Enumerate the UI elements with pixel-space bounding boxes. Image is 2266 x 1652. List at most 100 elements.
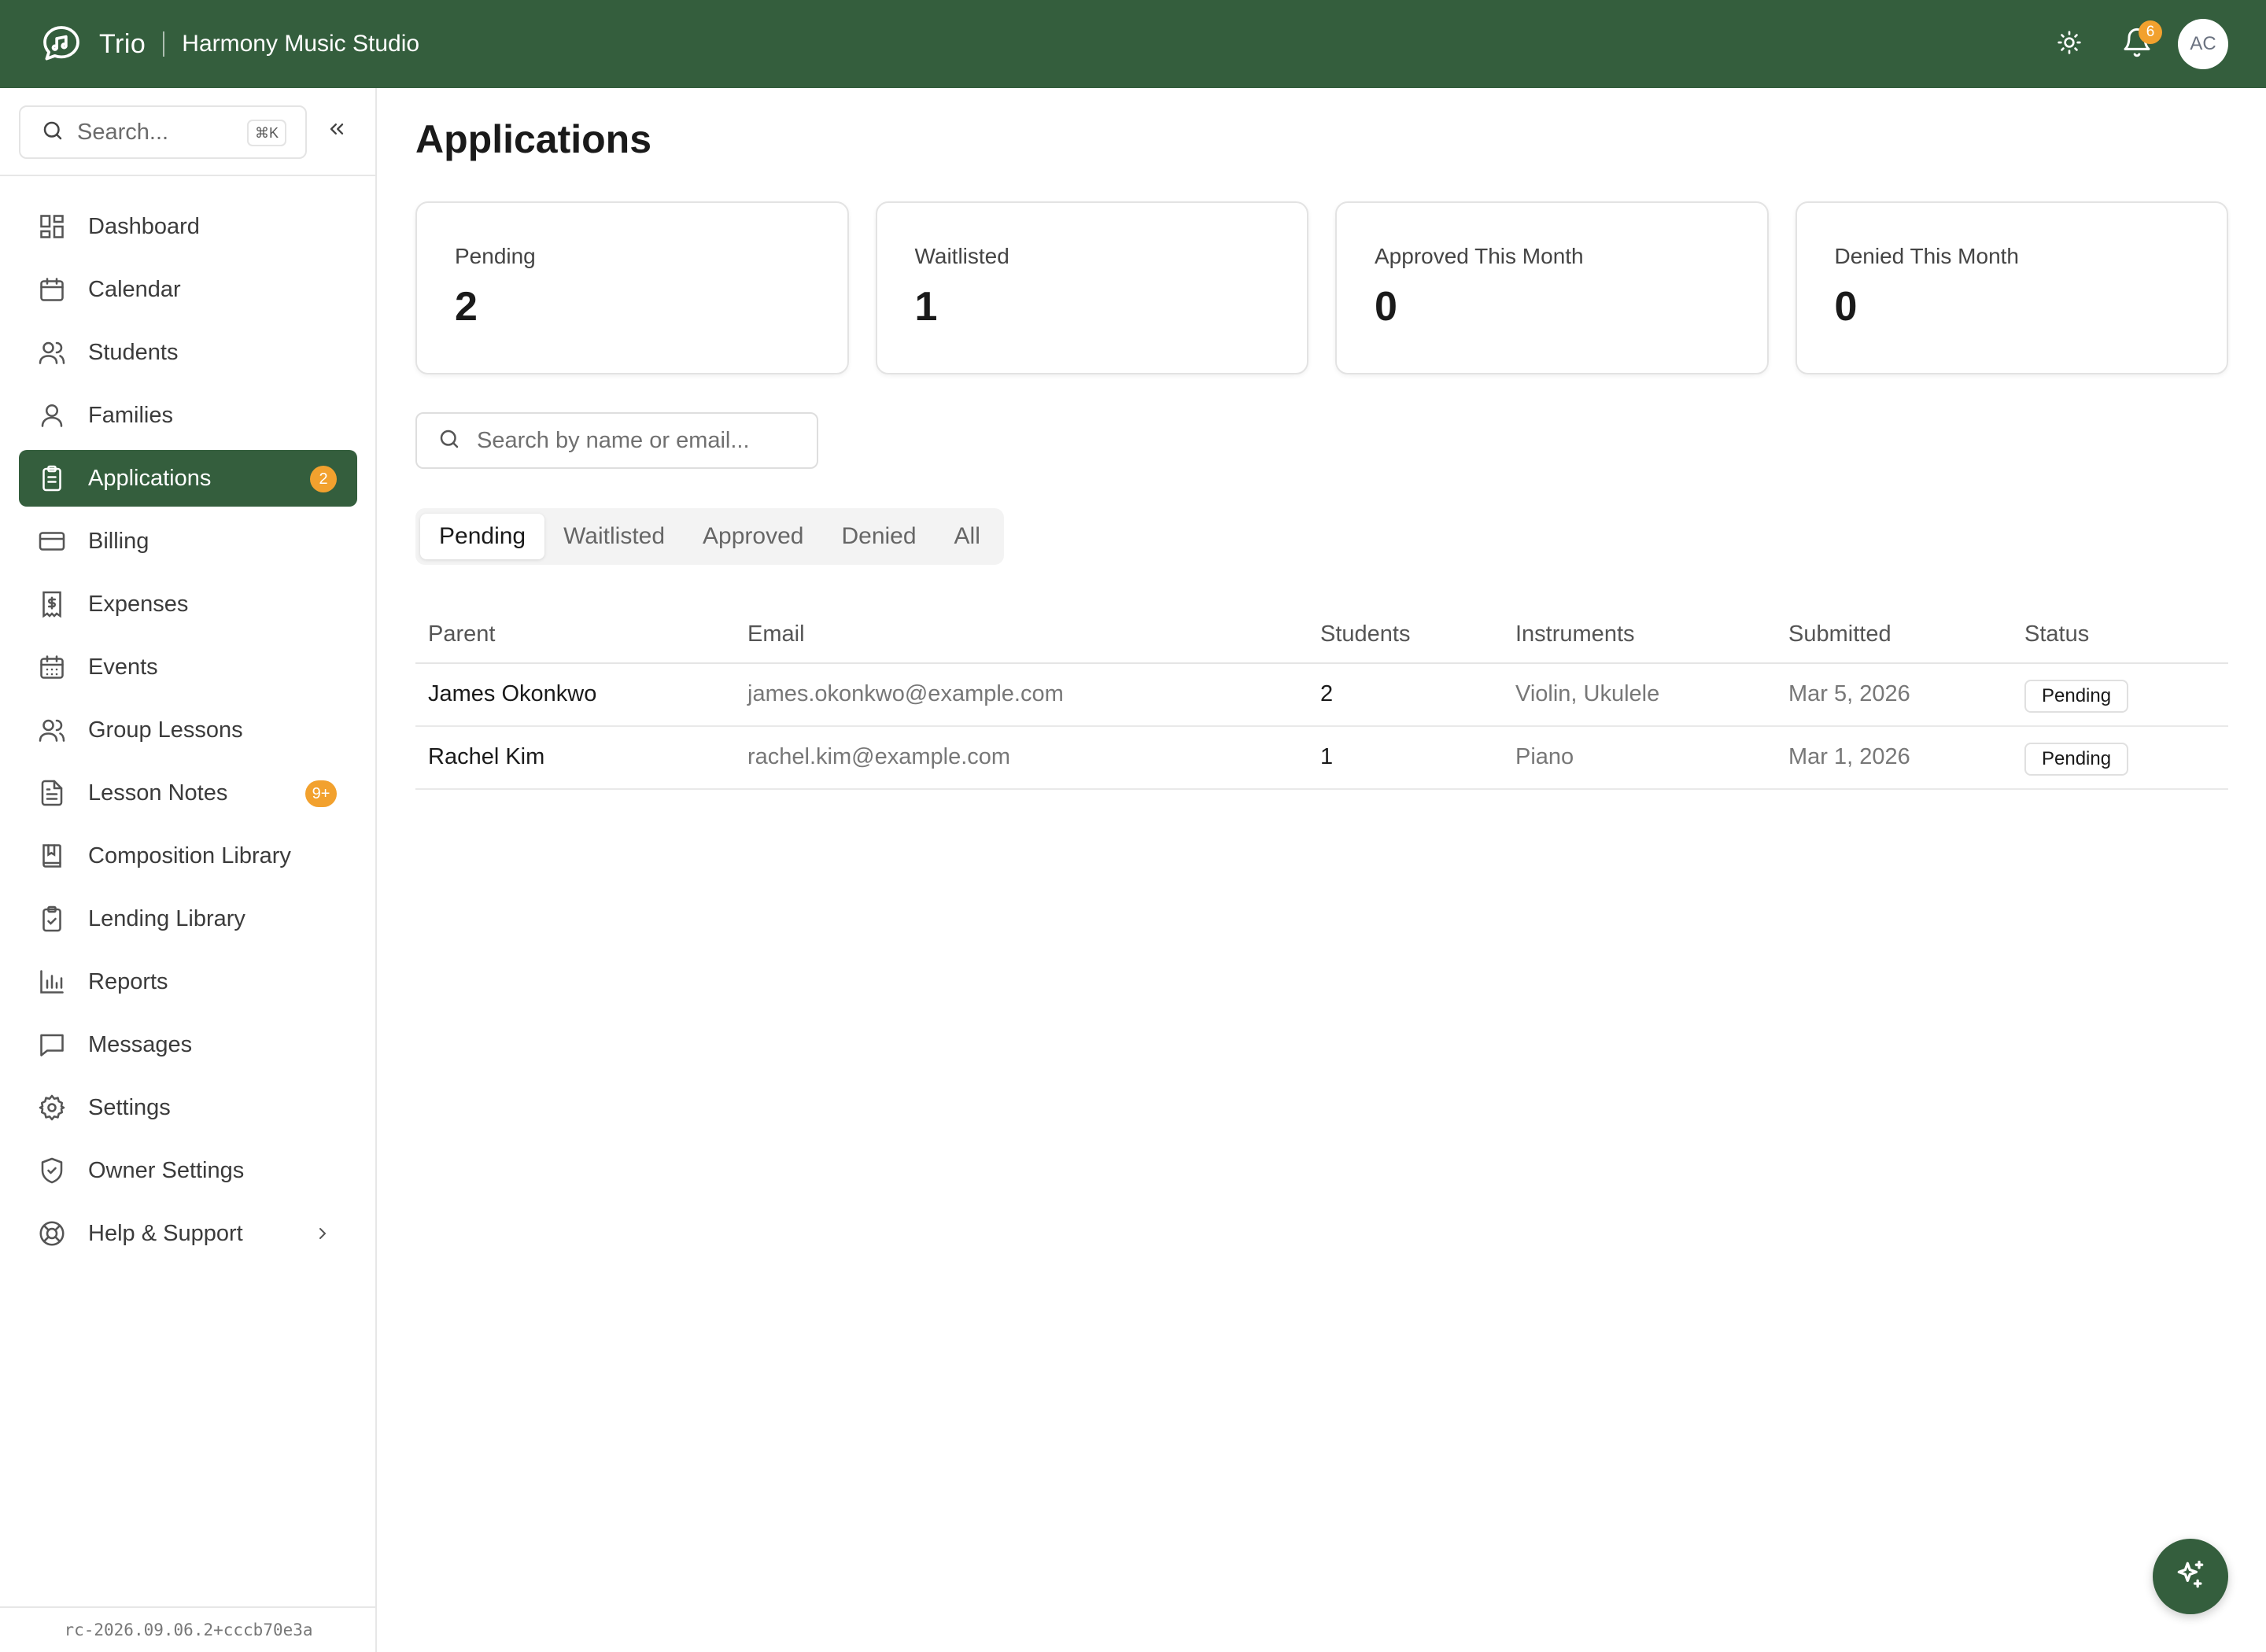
tab-pending[interactable]: Pending	[420, 514, 545, 559]
sidebar-item-label: Settings	[88, 1094, 171, 1120]
tab-waitlisted[interactable]: Waitlisted	[544, 514, 684, 559]
column-header-email[interactable]: Email	[747, 621, 805, 647]
sidebar-item-help-support[interactable]: Help & Support	[19, 1205, 357, 1262]
sidebar: Search... ⌘K Dashboard Calendar Students…	[0, 88, 377, 1652]
sun-icon	[2057, 30, 2082, 59]
column-header-instruments[interactable]: Instruments	[1515, 621, 1635, 647]
table-header: Parent Email Students Instruments Submit…	[415, 607, 2228, 664]
sidebar-item-dashboard[interactable]: Dashboard	[19, 198, 357, 255]
sidebar-item-label: Owner Settings	[88, 1157, 245, 1183]
search-icon	[437, 427, 461, 455]
studio-name: Harmony Music Studio	[182, 31, 420, 57]
sidebar-search-placeholder: Search...	[77, 119, 169, 145]
sidebar-item-messages[interactable]: Messages	[19, 1016, 357, 1073]
sidebar-item-expenses[interactable]: Expenses	[19, 576, 357, 632]
sidebar-item-label: Reports	[88, 968, 168, 994]
parent-email: rachel.kim@example.com	[747, 744, 1011, 769]
lesson-notes-count-badge: 9+	[305, 780, 337, 807]
shield-icon	[36, 1155, 68, 1186]
status-badge: Pending	[2024, 680, 2129, 713]
table-row[interactable]: James Okonkwo james.okonkwo@example.com …	[415, 664, 2228, 727]
stat-card-approved-this-month: Approved This Month 0	[1335, 201, 1769, 374]
sidebar-item-families[interactable]: Families	[19, 387, 357, 444]
sidebar-item-label: Expenses	[88, 591, 189, 617]
students-icon	[36, 337, 68, 368]
bar-chart-icon	[36, 966, 68, 997]
sidebar-item-label: Families	[88, 402, 173, 428]
lifebuoy-icon	[36, 1218, 68, 1249]
column-header-students[interactable]: Students	[1320, 621, 1410, 647]
stat-card-waitlisted: Waitlisted 1	[875, 201, 1308, 374]
clipboard-icon	[36, 463, 68, 494]
sidebar-search-input[interactable]: Search... ⌘K	[19, 105, 307, 159]
ai-assistant-button[interactable]	[2153, 1539, 2228, 1614]
gear-icon	[36, 1092, 68, 1123]
message-icon	[36, 1029, 68, 1060]
dashboard-icon	[36, 211, 68, 242]
sidebar-item-label: Events	[88, 654, 158, 680]
theme-toggle-button[interactable]	[2044, 19, 2094, 69]
user-icon	[36, 400, 68, 431]
parent-name: James Okonkwo	[428, 681, 597, 706]
applications-count-badge: 2	[310, 466, 337, 492]
keyboard-shortcut-badge: ⌘K	[246, 120, 286, 146]
student-count: 1	[1320, 744, 1334, 769]
stat-value: 2	[455, 284, 478, 330]
sidebar-item-events[interactable]: Events	[19, 639, 357, 695]
sidebar-item-composition-library[interactable]: Composition Library	[19, 828, 357, 884]
sidebar-item-owner-settings[interactable]: Owner Settings	[19, 1142, 357, 1199]
version-label: rc-2026.09.06.2+cccb70e3a	[0, 1606, 377, 1652]
top-bar: Trio Harmony Music Studio 6 AC	[0, 0, 2266, 88]
stat-card-denied-this-month: Denied This Month 0	[1795, 201, 2228, 374]
column-header-parent[interactable]: Parent	[428, 621, 495, 647]
column-header-submitted[interactable]: Submitted	[1788, 621, 1891, 647]
sidebar-item-label: Group Lessons	[88, 717, 243, 743]
calendar-grid-icon	[36, 651, 68, 683]
top-actions: 6 AC	[2044, 0, 2228, 88]
page-title: Applications	[415, 117, 652, 161]
brand[interactable]: Trio Harmony Music Studio	[39, 22, 419, 66]
stat-label: Denied This Month	[1834, 244, 2020, 268]
stat-label: Pending	[455, 244, 536, 268]
avatar[interactable]: AC	[2178, 19, 2228, 69]
sparkles-icon	[2173, 1558, 2208, 1596]
chevrons-left-icon	[326, 118, 348, 144]
stat-label: Waitlisted	[914, 244, 1009, 268]
submitted-date: Mar 5, 2026	[1788, 681, 1910, 706]
student-count: 2	[1320, 681, 1334, 706]
credit-card-icon	[36, 525, 68, 557]
stat-card-pending: Pending 2	[415, 201, 849, 374]
app-name: Trio	[99, 28, 146, 59]
tab-denied[interactable]: Denied	[822, 514, 935, 559]
sidebar-item-reports[interactable]: Reports	[19, 953, 357, 1010]
sidebar-item-lesson-notes[interactable]: Lesson Notes 9+	[19, 765, 357, 821]
stat-value: 0	[1375, 284, 1397, 330]
table-row[interactable]: Rachel Kim rachel.kim@example.com 1 Pian…	[415, 727, 2228, 790]
sidebar-item-settings[interactable]: Settings	[19, 1079, 357, 1136]
sidebar-item-label: Students	[88, 339, 179, 365]
sidebar-item-applications[interactable]: Applications 2	[19, 450, 357, 507]
notifications-button[interactable]: 6	[2112, 19, 2162, 69]
sidebar-item-lending-library[interactable]: Lending Library	[19, 891, 357, 947]
calendar-icon	[36, 274, 68, 305]
book-icon	[36, 840, 68, 872]
sidebar-item-group-lessons[interactable]: Group Lessons	[19, 702, 357, 758]
sidebar-item-students[interactable]: Students	[19, 324, 357, 381]
collapse-sidebar-button[interactable]	[321, 115, 352, 146]
sidebar-item-label: Calendar	[88, 276, 181, 302]
sidebar-search-row: Search... ⌘K	[0, 88, 375, 176]
sidebar-item-label: Dashboard	[88, 213, 200, 239]
music-chat-logo-icon	[39, 22, 83, 66]
stat-value: 1	[914, 284, 938, 330]
sidebar-item-label: Lending Library	[88, 905, 245, 931]
applications-search-input[interactable]: Search by name or email...	[415, 412, 818, 469]
sidebar-item-billing[interactable]: Billing	[19, 513, 357, 570]
instruments: Violin, Ukulele	[1515, 681, 1660, 706]
tab-approved[interactable]: Approved	[684, 514, 822, 559]
column-header-status[interactable]: Status	[2024, 621, 2089, 647]
tab-all[interactable]: All	[936, 514, 999, 559]
stat-value: 0	[1834, 284, 1858, 330]
parent-name: Rachel Kim	[428, 744, 545, 769]
sidebar-item-calendar[interactable]: Calendar	[19, 261, 357, 318]
group-icon	[36, 714, 68, 746]
